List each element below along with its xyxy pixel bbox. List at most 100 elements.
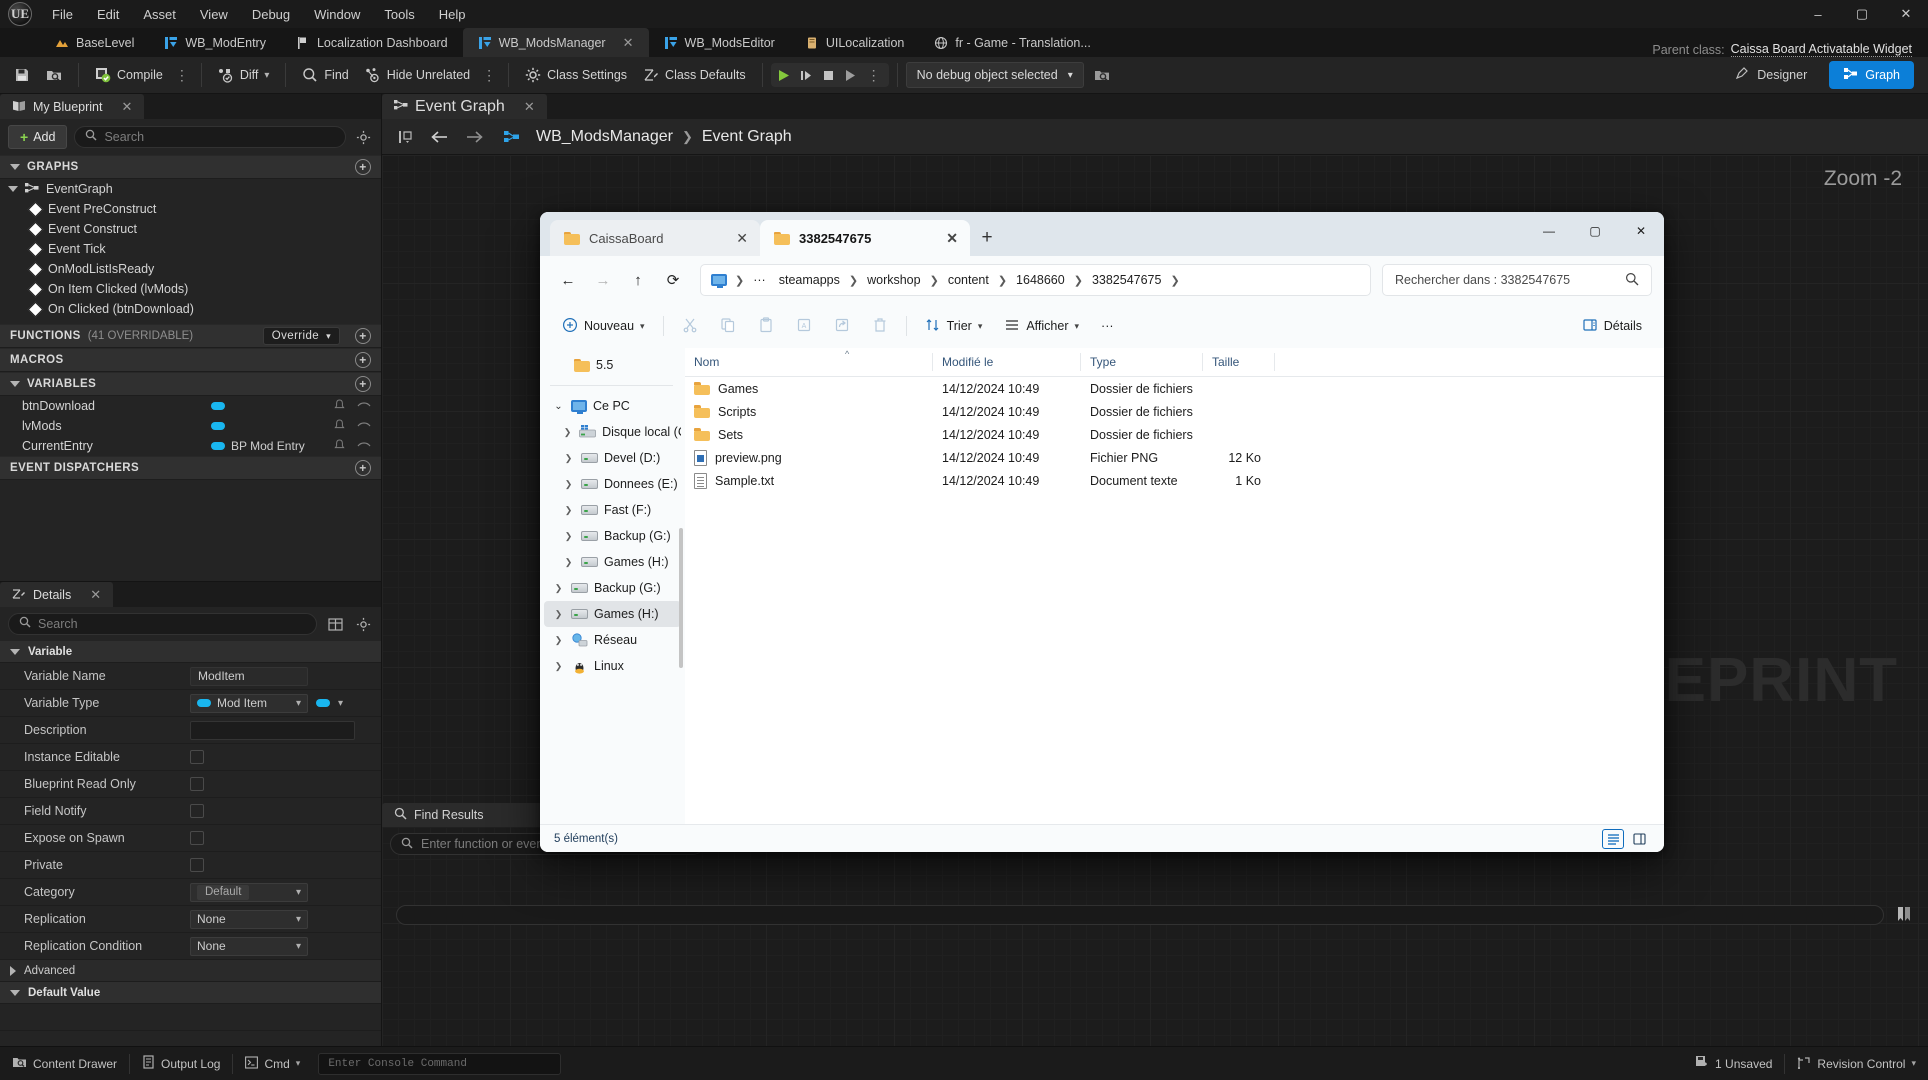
details-search-input[interactable]: Search (8, 613, 317, 635)
menu-view[interactable]: View (188, 3, 240, 26)
compile-options-icon[interactable]: ⋮ (171, 67, 193, 84)
refresh-button[interactable]: ⟳ (657, 264, 689, 296)
output-log-button[interactable]: Output Log (130, 1047, 232, 1080)
notify-bell-icon[interactable] (334, 418, 345, 434)
asset-tab-uilocalization[interactable]: UILocalization (790, 28, 920, 57)
nav-item-backup-g[interactable]: ❯ Backup (G:) (544, 575, 681, 601)
add-function-icon[interactable]: + (355, 328, 371, 344)
compile-button[interactable]: Compile (87, 62, 171, 89)
column-header-name[interactable]: Nom (685, 353, 933, 371)
graph-forward-button[interactable] (464, 127, 484, 147)
menu-asset[interactable]: Asset (131, 3, 188, 26)
replication-dropdown[interactable]: None ▾ (190, 909, 308, 929)
hide-unrelated-button[interactable]: Hide Unrelated (357, 62, 478, 89)
cut-button[interactable] (672, 310, 708, 342)
instance-editable-checkbox[interactable] (190, 750, 204, 764)
table-row[interactable]: preview.png 14/12/2024 10:49 Fichier PNG… (685, 446, 1664, 469)
tab-find-results[interactable]: Find Results (382, 803, 542, 827)
visibility-eye-icon[interactable] (357, 399, 371, 413)
variable-row[interactable]: btnDownload (0, 396, 381, 416)
add-button[interactable]: + Add (8, 125, 68, 149)
asset-tab-wb-modsmanager[interactable]: WB_ModsManager ✕ (462, 28, 649, 57)
private-checkbox[interactable] (190, 858, 204, 872)
copy-button[interactable] (710, 310, 746, 342)
breadcrumb-3382547675[interactable]: 3382547675 (1087, 271, 1167, 289)
stop-button[interactable] (819, 65, 839, 85)
close-icon[interactable]: ✕ (90, 587, 101, 603)
class-defaults-button[interactable]: Class Defaults (635, 62, 754, 89)
details-columns-icon[interactable] (325, 614, 345, 634)
notify-bell-icon[interactable] (334, 438, 345, 454)
menu-window[interactable]: Window (302, 3, 372, 26)
chevron-right-icon[interactable]: ❯ (552, 661, 565, 672)
skip-button[interactable] (841, 65, 861, 85)
details-category-variable[interactable]: Variable (0, 641, 381, 663)
graph-bottom-field[interactable] (396, 905, 1884, 925)
explorer-close-button[interactable]: ✕ (1618, 212, 1664, 250)
console-command-input[interactable]: Enter Console Command (318, 1052, 562, 1075)
graph-bookmark-icon[interactable] (1894, 905, 1914, 925)
replication-condition-dropdown[interactable]: None ▾ (190, 936, 308, 956)
nav-scrollbar[interactable] (679, 528, 683, 668)
nav-item-5-5[interactable]: 5.5 (544, 352, 681, 378)
tab-my-blueprint[interactable]: My Blueprint ✕ (0, 94, 145, 119)
variable-row[interactable]: CurrentEntry BP Mod Entry (0, 436, 381, 456)
find-button[interactable]: Find (294, 62, 356, 89)
asset-tab-wb-modentry[interactable]: WB_ModEntry (149, 28, 281, 57)
variable-name-field[interactable]: ModItem (190, 666, 308, 686)
new-button[interactable]: Nouveau ▾ (552, 310, 655, 342)
hide-unrelated-options-icon[interactable]: ⋮ (478, 67, 500, 84)
menu-debug[interactable]: Debug (240, 3, 302, 26)
chevron-right-icon[interactable]: ❯ (562, 557, 575, 568)
visibility-eye-icon[interactable] (357, 419, 371, 433)
revision-control-button[interactable]: Revision Control ▾ (1785, 1056, 1928, 1072)
asset-tab-baselevel[interactable]: BaseLevel (40, 28, 149, 57)
tab-details[interactable]: Details ✕ (0, 582, 114, 607)
graph-back-button[interactable] (430, 127, 450, 147)
section-event-dispatchers[interactable]: EVENT DISPATCHERS + (0, 456, 381, 480)
event-item[interactable]: Event Tick (0, 239, 381, 259)
graph-menu-icon[interactable] (396, 127, 416, 147)
play-button[interactable] (775, 65, 795, 85)
graph-hierarchy-icon[interactable] (502, 127, 522, 147)
debug-browse-icon[interactable] (1092, 65, 1112, 85)
asset-tab-wb-modseditor[interactable]: WB_ModsEditor (649, 28, 790, 57)
chevron-right-icon[interactable]: ❯ (562, 505, 575, 516)
variable-type-dropdown[interactable]: Mod Item ▾ (190, 693, 308, 713)
visibility-eye-icon[interactable] (357, 439, 371, 453)
graph-mode-button[interactable]: Graph (1829, 61, 1914, 89)
asset-tab-fr-game-translation[interactable]: fr - Game - Translation... (919, 28, 1105, 57)
table-row[interactable]: Sample.txt 14/12/2024 10:49 Document tex… (685, 469, 1664, 492)
event-item[interactable]: On Item Clicked (lvMods) (0, 279, 381, 299)
details-pane-icon[interactable] (1628, 829, 1650, 849)
close-icon[interactable]: ✕ (524, 99, 535, 115)
content-drawer-button[interactable]: Content Drawer (0, 1047, 129, 1080)
list-view-icon[interactable] (1602, 828, 1624, 849)
nav-item-ce-pc[interactable]: ⌄ Ce PC (544, 393, 681, 419)
chevron-right-icon[interactable]: ❯ (562, 453, 575, 464)
event-item[interactable]: On Clicked (btnDownload) (0, 299, 381, 319)
column-header-modified[interactable]: Modifié le (933, 353, 1081, 371)
chevron-right-icon[interactable]: ❯ (562, 531, 575, 542)
event-item[interactable]: Event Construct (0, 219, 381, 239)
nav-item-disque-local-c[interactable]: ❯ Disque local (C:) (544, 419, 681, 445)
close-icon[interactable]: ✕ (121, 99, 132, 115)
nav-item-backup-g-child[interactable]: ❯ Backup (G:) (544, 523, 681, 549)
cmd-selector[interactable]: Cmd ▾ (233, 1047, 312, 1080)
section-functions[interactable]: FUNCTIONS (41 OVERRIDABLE) Override ▾ + (0, 324, 381, 348)
my-blueprint-settings-icon[interactable] (353, 127, 373, 147)
expose-on-spawn-checkbox[interactable] (190, 831, 204, 845)
breadcrumb-steamapps[interactable]: steamapps (774, 271, 845, 289)
forward-button[interactable]: → (587, 264, 619, 296)
nav-item-linux[interactable]: ❯ Linux (544, 653, 681, 679)
navigation-pane[interactable]: 5.5 ⌄ Ce PC ❯ Disque local (C:) ❯ Devel … (540, 348, 685, 824)
table-row[interactable]: Games 14/12/2024 10:49 Dossier de fichie… (685, 377, 1664, 400)
table-row[interactable]: Scripts 14/12/2024 10:49 Dossier de fich… (685, 400, 1664, 423)
unsaved-button[interactable]: 1 Unsaved (1682, 1055, 1784, 1072)
menu-edit[interactable]: Edit (85, 3, 131, 26)
chevron-right-icon[interactable]: ❯ (552, 635, 565, 646)
play-options-icon[interactable]: ⋮ (863, 67, 885, 84)
close-icon[interactable]: ✕ (623, 35, 634, 51)
diff-button[interactable]: Diff ▾ (210, 62, 278, 89)
browse-button[interactable] (38, 62, 70, 89)
